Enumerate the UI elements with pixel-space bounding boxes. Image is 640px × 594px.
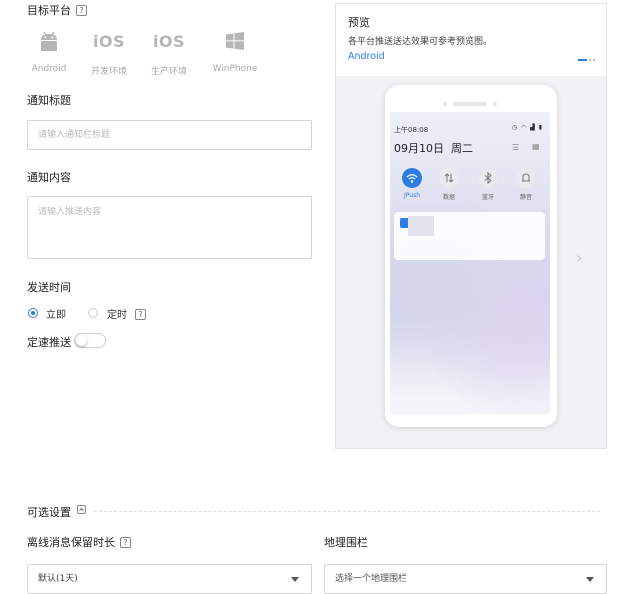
geofence-select[interactable]: 选择一个地理围栏 — [324, 564, 607, 594]
lock-date: 09月10日 周二 — [394, 142, 473, 155]
radio-immediate[interactable] — [28, 308, 38, 318]
chevron-down-icon — [291, 577, 299, 582]
notification-placeholder — [408, 216, 434, 236]
preview-description: 各平台推送送达效果可参考预览图。 — [348, 37, 493, 47]
preview-panel: 预览 各平台推送送达效果可参考预览图。 Android 上午08:08 ◷ ◠ … — [335, 3, 607, 449]
platform-ios-prod[interactable]: iOS 生产环境 — [144, 28, 194, 78]
preview-title: 预览 — [348, 16, 370, 29]
notification-content-textarea[interactable]: 请输入推送内容 — [27, 196, 312, 259]
phone-speaker — [453, 102, 487, 106]
qs-label: 数据 — [442, 194, 455, 201]
placeholder-text: 请输入通知栏标题 — [38, 130, 111, 140]
select-placeholder: 选择一个地理围栏 — [335, 574, 408, 584]
platform-winphone[interactable]: WinPhone — [210, 28, 260, 74]
phone-mockup: 上午08:08 ◷ ◠ ▟ ▮ 09月10日 周二 ☰ ▦ JPush 数据 蓝… — [385, 85, 557, 427]
offline-retention-select[interactable]: 默认(1天) — [27, 564, 312, 594]
radio-scheduled[interactable] — [88, 308, 98, 318]
rate-push-toggle[interactable] — [74, 333, 106, 348]
send-time-label: 发送时间 — [27, 281, 71, 294]
help-icon[interactable]: ? — [135, 309, 146, 320]
toggle-knob — [76, 335, 87, 346]
grid-icon: ▦ — [532, 142, 540, 151]
platform-android[interactable]: Android — [24, 28, 74, 74]
menu-icon: ☰ — [512, 143, 520, 152]
preview-stage: 上午08:08 ◷ ◠ ▟ ▮ 09月10日 周二 ☰ ▦ JPush 数据 蓝… — [336, 76, 606, 448]
chevron-right-icon[interactable]: › — [576, 248, 582, 267]
bluetooth-icon — [478, 168, 498, 188]
optional-settings-label: 可选设置 — [27, 506, 71, 519]
platform-ios-dev[interactable]: iOS 开发环境 — [84, 28, 134, 78]
pager-dot-active[interactable] — [578, 59, 587, 61]
status-icons: ◷ ◠ ▟ ▮ — [512, 124, 544, 131]
rate-push-label: 定速推送 — [27, 336, 71, 349]
qs-label: 静音 — [519, 194, 532, 201]
help-icon[interactable]: ? — [76, 5, 87, 16]
ios-icon: iOS — [92, 31, 126, 51]
qs-label: JPush — [403, 192, 420, 199]
notification-title-input[interactable]: 请输入通知栏标题 — [27, 120, 312, 150]
data-icon — [439, 168, 459, 188]
platform-label: 开发环境 — [90, 67, 127, 77]
placeholder-text: 请输入推送内容 — [38, 207, 102, 217]
android-icon — [24, 28, 74, 54]
wifi-icon — [402, 168, 422, 188]
bell-icon — [516, 168, 536, 188]
pager-dot[interactable] — [593, 59, 595, 61]
geofence-label: 地理围栏 — [324, 536, 368, 549]
platform-label: Android — [31, 64, 67, 74]
qs-label: 蓝牙 — [481, 194, 494, 201]
windows-icon — [210, 28, 260, 54]
radio-immediate-label[interactable]: 立即 — [46, 306, 66, 321]
notification-card — [394, 212, 545, 260]
tab-android[interactable]: Android — [348, 51, 385, 62]
ios-icon: iOS — [152, 31, 186, 51]
phone-screen: 上午08:08 ◷ ◠ ▟ ▮ 09月10日 周二 ☰ ▦ JPush 数据 蓝… — [390, 112, 550, 414]
phone-camera — [443, 102, 447, 106]
section-divider — [94, 511, 600, 512]
status-time: 上午08:08 — [394, 126, 429, 134]
notification-content-label: 通知内容 — [27, 171, 71, 184]
target-platform-label: 目标平台? — [27, 2, 87, 18]
chevron-down-icon — [586, 577, 594, 582]
platform-label: WinPhone — [212, 64, 258, 74]
phone-sensor — [493, 102, 497, 106]
help-icon[interactable]: ? — [120, 537, 131, 548]
radio-scheduled-label[interactable]: 定时? — [107, 306, 146, 321]
pager-dot[interactable] — [589, 59, 591, 61]
offline-retention-label: 离线消息保留时长? — [27, 534, 131, 550]
collapse-icon[interactable] — [77, 505, 86, 514]
notification-title-label: 通知标题 — [27, 94, 71, 107]
select-value: 默认(1天) — [38, 574, 78, 584]
platform-label: 生产环境 — [150, 67, 187, 77]
